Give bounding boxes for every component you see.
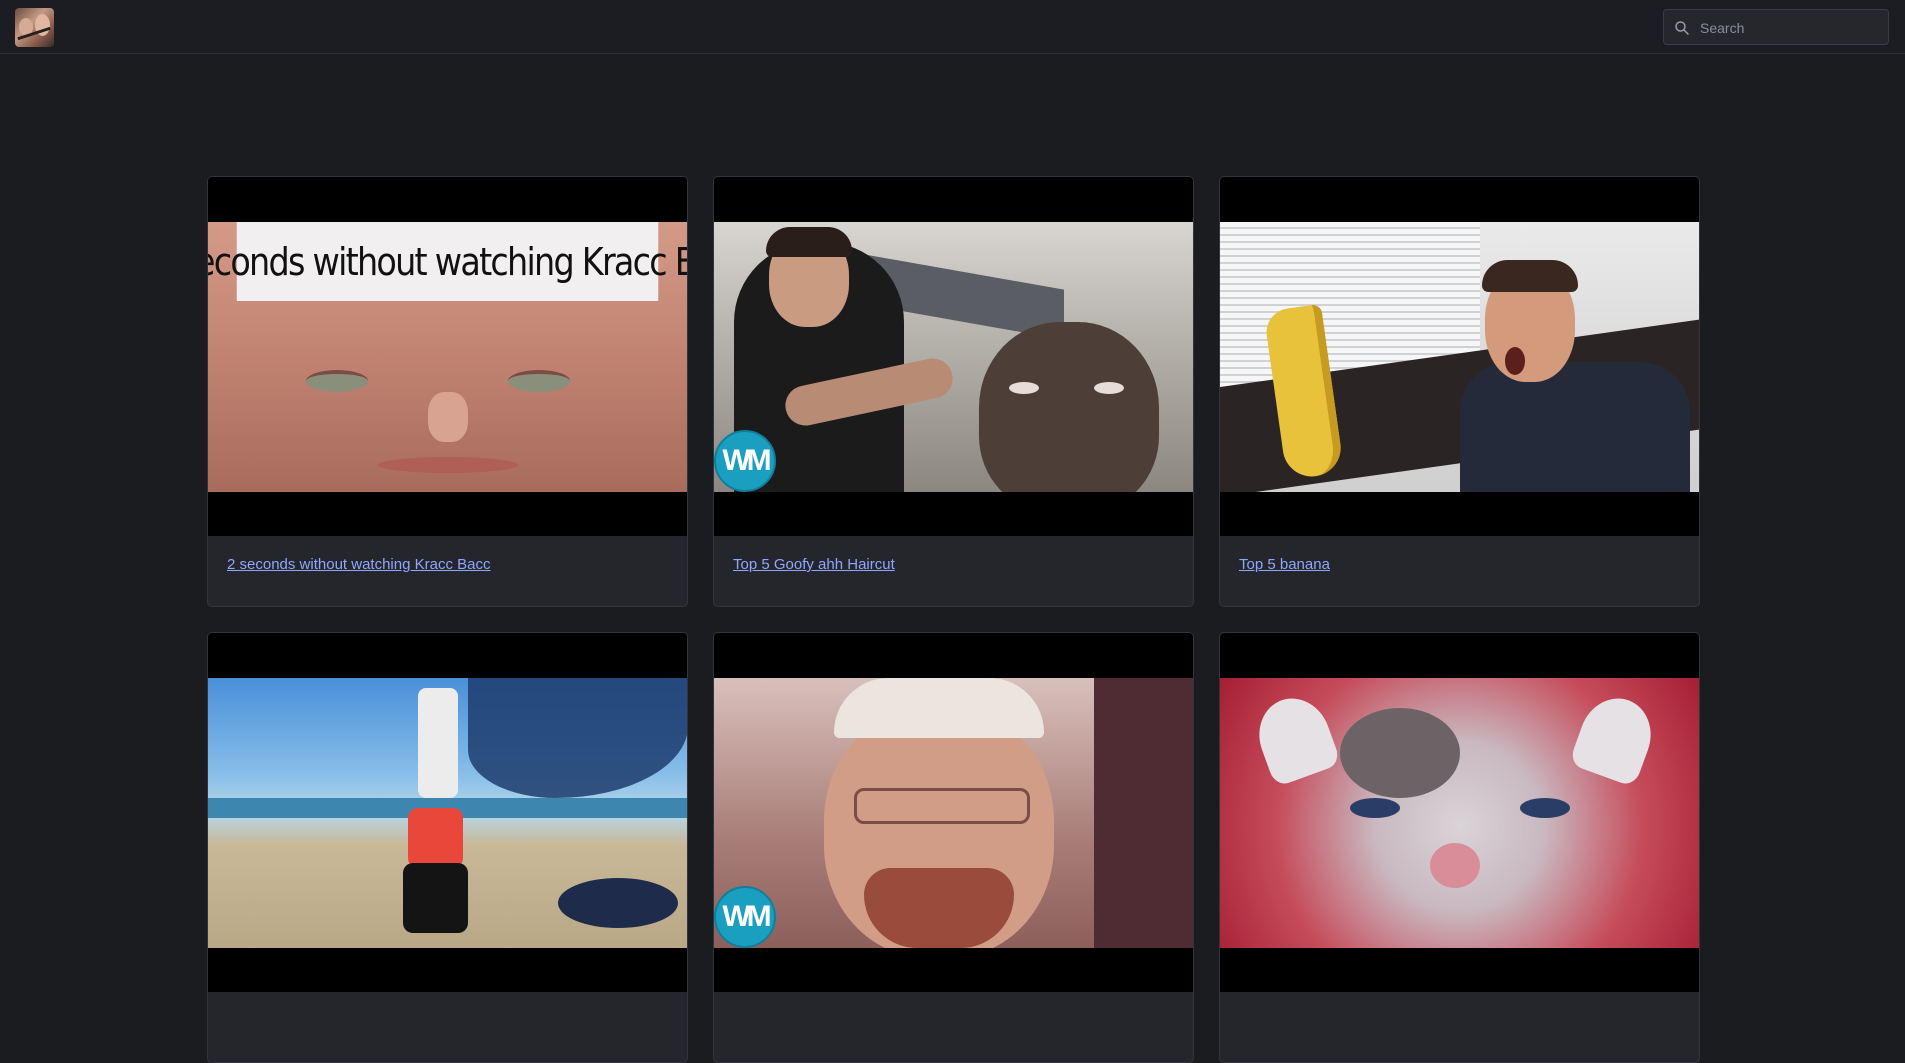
watermark-logo: WM — [714, 430, 776, 492]
thumb-detail — [428, 392, 468, 442]
thumb-detail — [1094, 382, 1124, 394]
thumb-detail — [979, 322, 1159, 492]
card-footer — [1220, 992, 1699, 1062]
thumb-detail — [834, 678, 1044, 738]
thumb-detail — [1340, 708, 1460, 798]
search-icon — [1675, 21, 1689, 35]
video-thumbnail[interactable] — [208, 678, 687, 948]
video-card[interactable] — [1219, 632, 1700, 1063]
video-player[interactable]: WM — [714, 177, 1193, 536]
card-footer — [208, 992, 687, 1062]
card-footer: Top 5 banana — [1220, 536, 1699, 606]
video-card[interactable]: 2 Seconds without watching Kracc Bacc 2 … — [207, 176, 688, 607]
video-player[interactable] — [1220, 633, 1699, 992]
thumbnail-caption: 2 Seconds without watching Kracc Bacc — [208, 222, 687, 301]
thumb-detail — [418, 688, 458, 798]
video-thumbnail[interactable]: 2 Seconds without watching Kracc Bacc — [208, 222, 687, 492]
thumb-detail — [508, 370, 570, 392]
thumb-detail — [1009, 382, 1039, 394]
thumb-detail — [864, 868, 1014, 948]
video-thumbnail[interactable]: WM — [714, 222, 1193, 492]
thumb-detail — [1460, 362, 1690, 492]
video-title-link[interactable]: 2 seconds without watching Kracc Bacc — [227, 556, 490, 573]
video-card[interactable]: WM Top 5 Goofy ahh Haircut — [713, 176, 1194, 607]
thumb-detail — [766, 227, 852, 257]
video-title-link[interactable]: Top 5 Goofy ahh Haircut — [733, 556, 895, 573]
card-footer: 2 seconds without watching Kracc Bacc — [208, 536, 687, 606]
video-player[interactable] — [1220, 177, 1699, 536]
thumb-detail — [1094, 678, 1193, 948]
search-input[interactable] — [1698, 10, 1882, 46]
thumb-detail — [306, 370, 368, 392]
thumb-detail — [408, 808, 463, 868]
thumb-detail — [468, 678, 687, 798]
card-footer — [714, 992, 1193, 1062]
video-card[interactable] — [207, 632, 688, 1063]
video-player[interactable] — [208, 633, 687, 992]
thumb-detail — [1482, 260, 1578, 292]
thumb-detail — [558, 878, 678, 928]
video-card[interactable]: Top 5 banana — [1219, 176, 1700, 607]
video-player[interactable]: 2 Seconds without watching Kracc Bacc — [208, 177, 687, 536]
thumb-detail — [1248, 688, 1342, 788]
video-card[interactable]: WM — [713, 632, 1194, 1063]
thumb-detail — [403, 863, 468, 933]
thumb-detail — [1568, 688, 1662, 788]
thumb-detail — [378, 457, 518, 473]
top-bar — [0, 0, 1905, 54]
video-player[interactable]: WM — [714, 633, 1193, 992]
card-footer: Top 5 Goofy ahh Haircut — [714, 536, 1193, 606]
thumb-detail — [1350, 798, 1400, 818]
watermark-logo: WM — [714, 886, 776, 948]
thumb-detail — [854, 788, 1030, 824]
video-thumbnail[interactable] — [1220, 222, 1699, 492]
thumb-detail — [1430, 843, 1480, 888]
thumb-detail — [1505, 347, 1525, 375]
video-thumbnail[interactable]: WM — [714, 678, 1193, 948]
thumb-detail — [1520, 798, 1570, 818]
watermark-text: WM — [722, 444, 771, 477]
video-title-link[interactable]: Top 5 banana — [1239, 556, 1330, 573]
watermark-text: WM — [722, 900, 771, 933]
avatar[interactable] — [15, 8, 54, 47]
video-thumbnail[interactable] — [1220, 678, 1699, 948]
search-box[interactable] — [1663, 9, 1889, 46]
